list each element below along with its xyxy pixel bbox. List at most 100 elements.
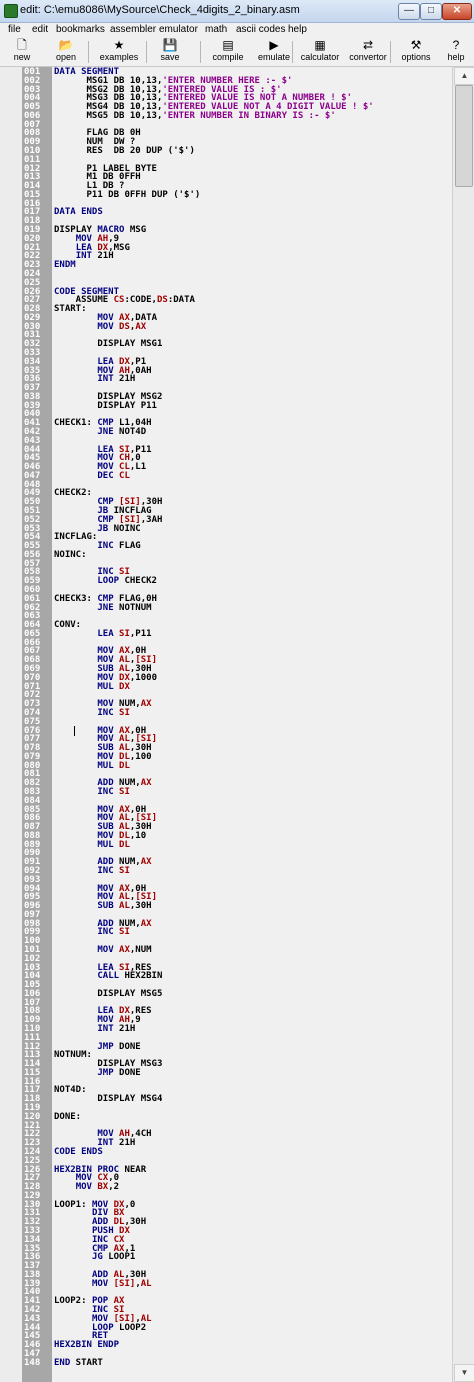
- convertor-button-label: convertor: [349, 52, 387, 62]
- keyword-token: JG: [91, 1252, 103, 1263]
- code-line[interactable]: 096 SUB AL,30H: [0, 902, 452, 911]
- code-line[interactable]: 146 HEX2BIN ENDP: [0, 1341, 452, 1350]
- editor-window: edit: C:\emu8086\MySource\Check_4digits_…: [0, 0, 474, 1382]
- text-token: NEAR: [119, 1164, 147, 1175]
- examples-button-label: examples: [99, 52, 139, 62]
- code-line[interactable]: 092 INC SI: [0, 866, 452, 876]
- text-token: NOT4D: [113, 426, 147, 437]
- code-line[interactable]: 024: [0, 269, 452, 279]
- code-line[interactable]: 115 JMP DONE: [0, 1068, 452, 1078]
- code-line[interactable]: 039 DISPLAY P11: [0, 401, 452, 411]
- save-button[interactable]: 💾 save: [152, 39, 188, 65]
- code-line[interactable]: 036 INT 21H: [0, 375, 452, 384]
- maximize-button[interactable]: □: [420, 3, 442, 20]
- code-line[interactable]: 015 P11 DB 0FFH DUP ('$'): [0, 189, 452, 200]
- emulate-button-label: emulate: [257, 52, 291, 62]
- emulate-button[interactable]: ▶ emulate: [252, 39, 296, 65]
- code-line[interactable]: 017 DATA ENDS: [0, 208, 452, 217]
- vertical-scrollbar[interactable]: ▲ ▼: [452, 67, 474, 1382]
- options-button-label: options: [401, 52, 431, 62]
- text-token: ,2: [108, 1182, 120, 1193]
- code-text: INC SI: [54, 707, 130, 718]
- open-button[interactable]: 📂 open: [46, 39, 86, 65]
- code-line[interactable]: 074 INC SI: [0, 707, 452, 718]
- calculator-button[interactable]: ▦ calculator: [298, 39, 342, 65]
- code-line[interactable]: 080 MUL DL: [0, 761, 452, 771]
- compile-button[interactable]: ▤ compile: [208, 39, 248, 65]
- code-line[interactable]: 071 MUL DX: [0, 681, 452, 692]
- menu-edit[interactable]: edit: [32, 24, 48, 35]
- code-line[interactable]: 006 MSG5 DB 10,13,'ENTER NUMBER IN BINAR…: [0, 111, 452, 121]
- minimize-button[interactable]: —: [398, 3, 420, 20]
- code-line[interactable]: 124 CODE ENDS: [0, 1147, 452, 1157]
- code-line[interactable]: 056 NOINC:: [0, 549, 452, 560]
- calculator-icon: ▦: [314, 38, 326, 52]
- code-line[interactable]: 059 LOOP CHECK2: [0, 577, 452, 586]
- text-token: NOINC:: [54, 549, 87, 560]
- code-line[interactable]: 089 MUL DL: [0, 840, 452, 850]
- code-line[interactable]: 062 JNE NOTNUM: [0, 603, 452, 613]
- menu-file[interactable]: file: [8, 24, 21, 35]
- code-line[interactable]: 128 MOV BX,2: [0, 1183, 452, 1192]
- code-line[interactable]: 032 DISPLAY MSG1: [0, 340, 452, 349]
- code-line[interactable]: 106 DISPLAY MSG5: [0, 988, 452, 999]
- register-token: CS: [113, 295, 125, 306]
- code-line[interactable]: 139 MOV [SI],AL: [0, 1279, 452, 1289]
- options-button[interactable]: ⚒ options: [396, 39, 436, 65]
- code-line[interactable]: 104 CALL HEX2BIN: [0, 972, 452, 981]
- title-bar[interactable]: edit: C:\emu8086\MySource\Check_4digits_…: [0, 0, 474, 23]
- code-editor[interactable]: 001 DATA SEGMENT 002 MSG1 DB 10,13,'ENTER …: [0, 67, 474, 1382]
- code-line[interactable]: 083 INC SI: [0, 787, 452, 797]
- code-line[interactable]: 010 RES DB 20 DUP ('$'): [0, 147, 452, 156]
- code-text: DISPLAY MSG1: [54, 340, 162, 349]
- menu-bookmarks[interactable]: bookmarks: [56, 24, 105, 35]
- menu-emulator[interactable]: emulator: [159, 24, 198, 35]
- code-line[interactable]: 042 JNE NOT4D: [0, 426, 452, 437]
- code-line[interactable]: 118 DISPLAY MSG4: [0, 1095, 452, 1104]
- close-button[interactable]: ✕: [442, 3, 472, 20]
- code-line[interactable]: 148 END START: [0, 1357, 452, 1368]
- convertor-button[interactable]: ⇄ convertor: [344, 39, 392, 65]
- app-icon: [4, 4, 18, 18]
- text-token: START: [70, 1357, 103, 1368]
- menu-ascii-codes[interactable]: ascii codes: [236, 24, 285, 35]
- code-line[interactable]: 047 DEC CL: [0, 471, 452, 481]
- menu-assembler[interactable]: assembler: [110, 24, 156, 35]
- code-line[interactable]: 101 MOV AX,NUM: [0, 946, 452, 955]
- code-area[interactable]: 001 DATA SEGMENT 002 MSG1 DB 10,13,'ENTER …: [0, 67, 452, 1382]
- keyword-token: MUL: [97, 681, 114, 692]
- code-text: JNE NOT4D: [54, 426, 147, 437]
- text-token: DISPLAY MSG5: [54, 988, 163, 999]
- help-button[interactable]: ? help: [442, 39, 470, 65]
- code-line[interactable]: 110 INT 21H: [0, 1025, 452, 1034]
- code-line[interactable]: 120 DONE:: [0, 1112, 452, 1122]
- scroll-up-arrow-icon[interactable]: ▲: [454, 67, 474, 85]
- text-token: ,P11: [129, 628, 152, 639]
- code-line[interactable]: 136 JG LOOP1: [0, 1253, 452, 1262]
- register-token: SI: [119, 927, 130, 938]
- register-token: SI: [119, 628, 130, 639]
- code-line[interactable]: 065 LEA SI,P11: [0, 628, 452, 639]
- keyword-token: INC: [97, 707, 114, 718]
- scroll-thumb[interactable]: [455, 85, 473, 187]
- code-text: LEA SI,P11: [54, 628, 152, 639]
- code-line[interactable]: 099 INC SI: [0, 928, 452, 937]
- new-button[interactable]: 🗋 new: [6, 39, 38, 65]
- text-token: LOOP2: [113, 1322, 147, 1333]
- code-text: DISPLAY MSG5: [54, 988, 163, 999]
- code-line[interactable]: 023 ENDM: [0, 261, 452, 270]
- text-token: NOINC: [108, 523, 141, 534]
- menu-math[interactable]: math: [205, 24, 227, 35]
- text-token: P11 DB 0FFH DUP ('$'): [54, 189, 201, 200]
- examples-button[interactable]: ★ examples: [94, 39, 144, 65]
- scroll-down-arrow-icon[interactable]: ▼: [454, 1364, 474, 1382]
- menu-help[interactable]: help: [288, 24, 307, 35]
- code-line[interactable]: 030 MOV DS,AX: [0, 322, 452, 332]
- text-token: DISPLAY MSG4: [54, 1094, 163, 1105]
- code-text: MUL DL: [54, 761, 130, 771]
